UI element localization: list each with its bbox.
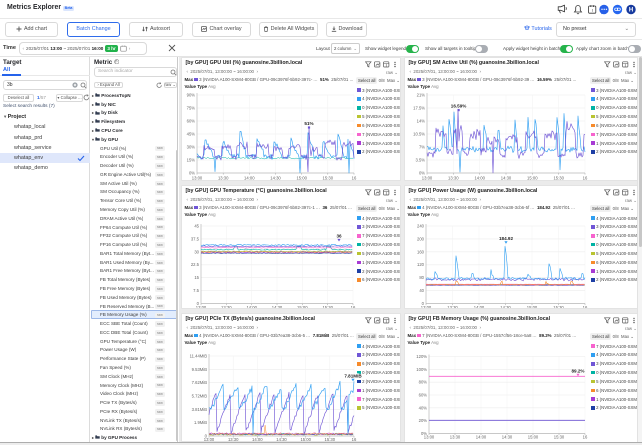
svg-text:100%: 100% [416,367,427,372]
svg-text:13:30: 13:30 [221,305,232,309]
svg-text:14:00: 14:00 [474,176,485,181]
svg-text:45: 45 [194,224,199,229]
svg-text:!: ! [592,8,593,13]
svg-text:7.62MiB: 7.62MiB [192,380,208,385]
svg-text:40%: 40% [419,405,428,410]
svg-text:16: 16 [583,176,588,181]
svg-text:75%: 75% [187,106,196,111]
svg-text:13:00: 13:00 [192,176,203,181]
svg-text:15%: 15% [187,158,196,163]
svg-text:13:00: 13:00 [196,305,207,309]
svg-text:13:30: 13:30 [218,176,229,181]
svg-text:H: H [629,8,633,14]
svg-text:240: 240 [417,224,425,229]
svg-text:21%: 21% [417,93,426,98]
svg-text:14:30: 14:30 [272,305,283,309]
svg-text:184.92: 184.92 [499,236,513,241]
svg-text:15:30: 15:30 [554,435,565,440]
svg-text:90%: 90% [187,93,196,98]
svg-text:40: 40 [419,288,424,293]
svg-text:13:30: 13:30 [450,435,461,440]
svg-text:15:30: 15:30 [323,176,334,181]
svg-text:16: 16 [583,435,588,440]
svg-text:30%: 30% [187,145,196,150]
svg-text:15:30: 15:30 [553,176,564,181]
svg-text:200: 200 [417,236,425,241]
svg-text:15:00: 15:00 [528,435,539,440]
svg-text:1.9MiB: 1.9MiB [194,420,207,425]
svg-text:16.59%: 16.59% [451,103,467,108]
svg-text:80%: 80% [419,380,428,385]
svg-text:15:30: 15:30 [322,305,333,309]
svg-text:45%: 45% [187,132,196,137]
svg-text:51%: 51% [304,121,313,126]
svg-text:13:00: 13:00 [422,176,433,181]
svg-text:15:00: 15:00 [296,176,307,181]
svg-text:37.5: 37.5 [191,236,200,241]
svg-text:13:00: 13:00 [421,305,432,309]
svg-text:14:00: 14:00 [476,435,487,440]
svg-text:14%: 14% [417,119,426,124]
svg-text:3.81MiB: 3.81MiB [192,407,208,412]
svg-text:14:30: 14:30 [502,435,513,440]
svg-text:30: 30 [194,249,199,254]
svg-text:5.72MiB: 5.72MiB [192,394,208,399]
svg-text:11.44MiB: 11.44MiB [190,354,208,359]
svg-text:36: 36 [336,234,342,239]
svg-text:22.5: 22.5 [191,262,200,267]
svg-text:15:00: 15:00 [527,305,538,309]
svg-text:15:00: 15:00 [527,176,538,181]
svg-text:7.5: 7.5 [193,288,199,293]
svg-text:16: 16 [583,305,588,309]
svg-text:14:30: 14:30 [500,305,511,309]
svg-text:60%: 60% [187,119,196,124]
svg-text:7%: 7% [419,145,425,150]
svg-text:120%: 120% [416,354,427,359]
svg-text:89.2%: 89.2% [571,368,584,373]
svg-text:20%: 20% [419,418,428,423]
svg-text:60%: 60% [419,393,428,398]
svg-text:3.5%: 3.5% [415,158,425,163]
svg-text:120: 120 [417,262,425,267]
svg-text:14:30: 14:30 [270,176,281,181]
svg-text:16: 16 [352,176,357,181]
svg-text:14:00: 14:00 [244,176,255,181]
svg-text:14:00: 14:00 [246,305,257,309]
svg-text:13:00: 13:00 [424,435,435,440]
svg-text:13:30: 13:30 [448,176,459,181]
svg-text:10.5%: 10.5% [413,132,425,137]
svg-text:9.53MiB: 9.53MiB [192,367,208,372]
svg-text:13:30: 13:30 [447,305,458,309]
svg-text:7.81MiB: 7.81MiB [344,373,362,378]
svg-text:15:30: 15:30 [553,305,564,309]
svg-text:15: 15 [194,275,199,280]
svg-text:14:00: 14:00 [474,305,485,309]
svg-text:14:30: 14:30 [501,176,512,181]
svg-text:17.5%: 17.5% [413,106,425,111]
svg-text:80: 80 [419,275,424,280]
svg-text:15:00: 15:00 [297,305,308,309]
svg-text:16: 16 [351,305,356,309]
svg-text:160: 160 [417,249,425,254]
